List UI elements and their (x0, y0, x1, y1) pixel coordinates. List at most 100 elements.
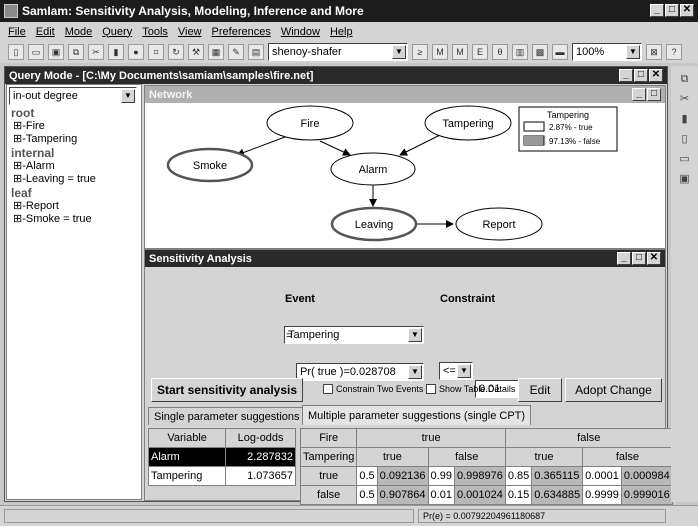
table-row[interactable]: Alarm 2.287832 (147, 447, 296, 467)
event-select[interactable]: Tampering ▼ (284, 326, 424, 344)
sensitivity-maximize-button[interactable]: □ (632, 252, 646, 265)
chevron-down-icon: ▼ (626, 45, 640, 59)
map-icon[interactable]: M (432, 44, 448, 60)
col-variable: Variable (147, 428, 227, 448)
menu-edit[interactable]: Edit (36, 26, 55, 38)
tree-item-tampering[interactable]: ⊞-Tampering (11, 133, 141, 146)
new-icon[interactable]: ▯ (8, 44, 24, 60)
suggestion-cell[interactable]: 0.634885 (531, 485, 584, 505)
suggestion-cell[interactable]: 0.365115 (531, 466, 584, 486)
suggestion-cell[interactable]: 0.092136 (376, 466, 429, 486)
mpe-icon[interactable]: M (452, 44, 468, 60)
table-row[interactable]: Tampering 1.073657 (147, 466, 296, 486)
maximize-button[interactable]: □ (665, 4, 679, 17)
network-maximize-button[interactable]: □ (647, 88, 661, 101)
fire-false-header: false (504, 428, 673, 448)
constrain-two-events-checkbox[interactable]: Constrain Two Events (323, 384, 423, 394)
tree-group-leaf: leaf (11, 186, 32, 200)
menu-preferences[interactable]: Preferences (212, 26, 271, 38)
cut-icon[interactable]: ✂ (88, 44, 104, 60)
algorithm-value: shenoy-shafer (272, 46, 342, 58)
fit-icon[interactable]: ⊠ (646, 44, 662, 60)
node-fire[interactable]: Fire (266, 105, 354, 141)
open-icon[interactable]: ▭ (678, 152, 692, 166)
tree-item-leaving[interactable]: ⊞-Leaving = true (11, 173, 141, 186)
show-table-details-checkbox[interactable]: Show Table Details (426, 384, 515, 394)
edit-cpt-icon[interactable]: ✎ (228, 44, 244, 60)
menu-query[interactable]: Query (102, 26, 132, 38)
query-minimize-button[interactable]: _ (619, 69, 633, 82)
query-maximize-button[interactable]: □ (634, 69, 648, 82)
query-close-button[interactable]: ✕ (649, 69, 663, 82)
menu-help[interactable]: Help (330, 26, 353, 38)
svg-text:Tampering: Tampering (442, 118, 493, 130)
node-tampering[interactable]: Tampering (424, 105, 512, 141)
console-icon[interactable]: ▬ (552, 44, 568, 60)
paste-icon[interactable]: ▮ (678, 112, 692, 126)
tree-item-alarm[interactable]: ⊞-Alarm (11, 160, 141, 173)
adopt-change-button[interactable]: Adopt Change (565, 378, 662, 402)
grid-icon[interactable]: ▦ (208, 44, 224, 60)
close-button[interactable]: ✕ (680, 4, 694, 17)
sensitivity-title: Sensitivity Analysis (149, 252, 252, 265)
monitor-icon[interactable]: ▩ (532, 44, 548, 60)
svg-text:Alarm: Alarm (359, 164, 388, 176)
chevron-down-icon: ▼ (408, 365, 422, 379)
theta-icon[interactable]: θ (492, 44, 508, 60)
constraint-op-select[interactable]: <= ▼ (439, 362, 473, 380)
tab-single-parameter[interactable]: Single parameter suggestions (148, 407, 306, 425)
sensitivity-close-button[interactable]: ✕ (647, 252, 661, 265)
edit-button[interactable]: Edit (518, 378, 562, 402)
minimize-button[interactable]: _ (650, 4, 664, 17)
e-icon[interactable]: E (472, 44, 488, 60)
sensitivity-minimize-button[interactable]: _ (617, 252, 631, 265)
menu-file[interactable]: File (8, 26, 26, 38)
compile-icon[interactable]: ▤ (248, 44, 264, 60)
tree-item-report[interactable]: ⊞-Report (11, 200, 141, 213)
svg-text:Fire: Fire (301, 118, 320, 130)
suggestion-cell[interactable]: 0.999016 (620, 485, 673, 505)
cut-icon[interactable]: ✂ (678, 92, 692, 106)
start-sensitivity-button[interactable]: Start sensitivity analysis (151, 378, 303, 402)
copy-icon[interactable]: ⧉ (678, 72, 692, 86)
save-icon[interactable]: ▣ (678, 172, 692, 186)
event-prob-select[interactable]: Pr( true )=0.028708 ▼ (296, 363, 424, 381)
tamper-header: false (582, 447, 673, 467)
tab-multiple-parameter[interactable]: Multiple parameter suggestions (single C… (302, 405, 532, 425)
algorithm-select[interactable]: shenoy-shafer ▼ (268, 43, 408, 61)
geq-icon[interactable]: ≥ (412, 44, 428, 60)
menu-window[interactable]: Window (281, 26, 320, 38)
sort-mode-value: in-out degree (13, 90, 78, 102)
suggestion-cell[interactable]: 0.001024 (453, 485, 506, 505)
menu-tools[interactable]: Tools (142, 26, 168, 38)
app-title: SamIam: Sensitivity Analysis, Modeling, … (22, 4, 364, 18)
suggestion-cell[interactable]: 0.907864 (376, 485, 429, 505)
rotate-icon[interactable]: ↻ (168, 44, 184, 60)
menu-mode[interactable]: Mode (65, 26, 93, 38)
sort-mode-select[interactable]: in-out degree ▼ (9, 87, 137, 105)
svg-text:Smoke: Smoke (193, 160, 227, 172)
menu-view[interactable]: View (178, 26, 202, 38)
tampering-monitor[interactable]: Tampering 2.87% - true 97.13% - false (518, 106, 618, 152)
node-icon[interactable]: ● (128, 44, 144, 60)
suggestion-cell[interactable]: 0.000984 (620, 466, 673, 486)
single-parameter-table: Variable Log-odds Alarm 2.287832 Tampering… (147, 428, 296, 486)
window-icon[interactable]: ▯ (678, 132, 692, 146)
open-icon[interactable]: ▭ (28, 44, 44, 60)
tree-item-smoke[interactable]: ⊞-Smoke = true (11, 213, 141, 226)
edge-icon[interactable]: ⌗ (148, 44, 164, 60)
suggestion-cell[interactable]: 0.998976 (453, 466, 506, 486)
zoom-select[interactable]: 100% ▼ (572, 43, 642, 61)
node-smoke[interactable]: Smoke (166, 147, 254, 183)
node-leaving[interactable]: Leaving (330, 206, 418, 242)
tree-item-fire[interactable]: ⊞-Fire (11, 120, 141, 133)
delete-icon[interactable]: ▮ (108, 44, 124, 60)
help-icon[interactable]: ? (666, 44, 682, 60)
node-alarm[interactable]: Alarm (330, 152, 416, 186)
table-icon[interactable]: ▥ (512, 44, 528, 60)
network-minimize-button[interactable]: _ (632, 88, 646, 101)
copy-icon[interactable]: ⧉ (68, 44, 84, 60)
node-report[interactable]: Report (455, 207, 543, 241)
save-icon[interactable]: ▣ (48, 44, 64, 60)
tool-icon[interactable]: ⚒ (188, 44, 204, 60)
